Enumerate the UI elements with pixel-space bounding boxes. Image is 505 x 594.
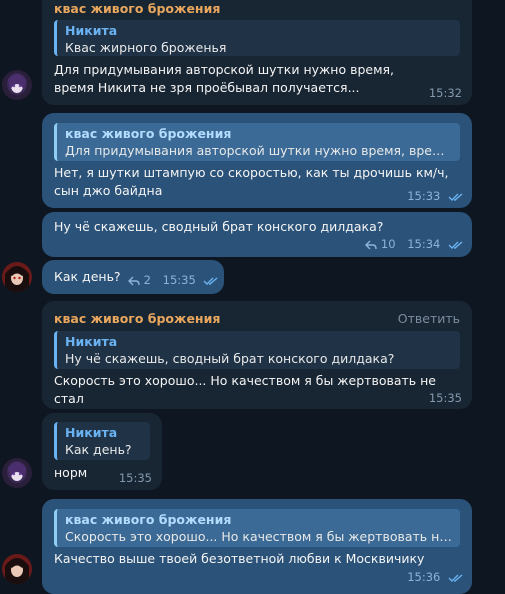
reply-arrow-icon[interactable] (365, 240, 377, 250)
quote-text: Как день? (65, 442, 132, 457)
avatar-image-icon (2, 458, 32, 488)
quote-author: квас живого брожения (65, 512, 232, 527)
avatar-image-icon (2, 70, 32, 100)
reply-arrow-icon[interactable] (128, 276, 140, 286)
message-text: Нет, я шутки штампую со скоростью, как т… (54, 165, 449, 198)
quote-author: квас живого брожения (65, 126, 232, 141)
message-bubble[interactable]: квас живого брожения Ответить Никита Ну … (42, 301, 472, 409)
reply-quote[interactable]: Никита Ну чё скажешь, сводный брат конск… (54, 331, 460, 369)
avatar[interactable] (2, 70, 32, 100)
message-time: 15:33 (407, 189, 441, 203)
quote-author: Никита (65, 425, 118, 440)
message-text: Для придумывания авторской шутки нужно в… (54, 62, 394, 95)
quote-author: Никита (65, 334, 118, 349)
message-status: 10 15:34 (365, 237, 464, 251)
message-bubble[interactable]: квас живого брожения Никита Квас жирного… (42, 0, 472, 105)
sender-name[interactable]: квас живого брожения (54, 311, 220, 326)
reply-count[interactable]: 10 (381, 237, 396, 251)
message-bubble[interactable]: квас живого брожения Скорость это хорошо… (42, 499, 472, 594)
avatar[interactable] (2, 262, 32, 292)
read-checks-icon (448, 192, 463, 201)
avatar[interactable] (2, 458, 32, 488)
quote-text: Квас жирного броженья (65, 40, 227, 55)
message-status: 2 15:35 (128, 273, 219, 287)
message-time: 15:36 (407, 570, 441, 584)
message-bubble[interactable]: квас живого брожения Для придумывания ав… (42, 113, 472, 208)
message-text: Как день? (54, 269, 121, 284)
message-bubble[interactable]: Никита Как день? норм 15:35 (42, 413, 162, 490)
quote-text: Ну чё скажешь, сводный брат конского дил… (65, 351, 395, 366)
message-status: 15:36 (407, 570, 464, 584)
message-text: норм (54, 465, 88, 480)
quote-text: Для придумывания авторской шутки нужно в… (65, 143, 452, 158)
reply-quote[interactable]: квас живого брожения Для придумывания ав… (54, 123, 460, 161)
reply-count[interactable]: 2 (144, 273, 151, 287)
message-bubble[interactable]: Ну чё скажешь, сводный брат конского дил… (42, 212, 472, 257)
sender-name[interactable]: квас живого брожения (54, 1, 220, 16)
message-text: Качество выше твоей безответной любви к … (54, 551, 425, 566)
message-time: 15:35 (162, 273, 196, 287)
message-time: 15:35 (428, 391, 462, 405)
reply-button[interactable]: Ответить (398, 311, 460, 326)
avatar-image-icon (2, 554, 32, 584)
quote-author: Никита (65, 23, 118, 38)
message-bubble[interactable]: Как день? 2 15:35 (42, 260, 224, 294)
message-text: Скорость это хорошо... Но качеством я бы… (54, 373, 436, 406)
reply-quote[interactable]: Никита Квас жирного броженья (54, 20, 460, 56)
message-time: 15:35 (118, 471, 152, 485)
message-time: 15:32 (428, 86, 462, 100)
message-status: 15:33 (407, 189, 464, 203)
avatar[interactable] (2, 554, 32, 584)
quote-text: Скорость это хорошо... Но качеством я бы… (65, 529, 452, 544)
reply-quote[interactable]: Никита Как день? (54, 422, 150, 460)
message-text: Ну чё скажешь, сводный брат конского дил… (54, 219, 384, 234)
reply-quote[interactable]: квас живого брожения Скорость это хорошо… (54, 509, 460, 547)
read-checks-icon (448, 240, 463, 249)
message-time: 15:34 (407, 237, 441, 251)
read-checks-icon (203, 276, 218, 285)
read-checks-icon (448, 573, 463, 582)
avatar-image-icon (2, 262, 32, 292)
